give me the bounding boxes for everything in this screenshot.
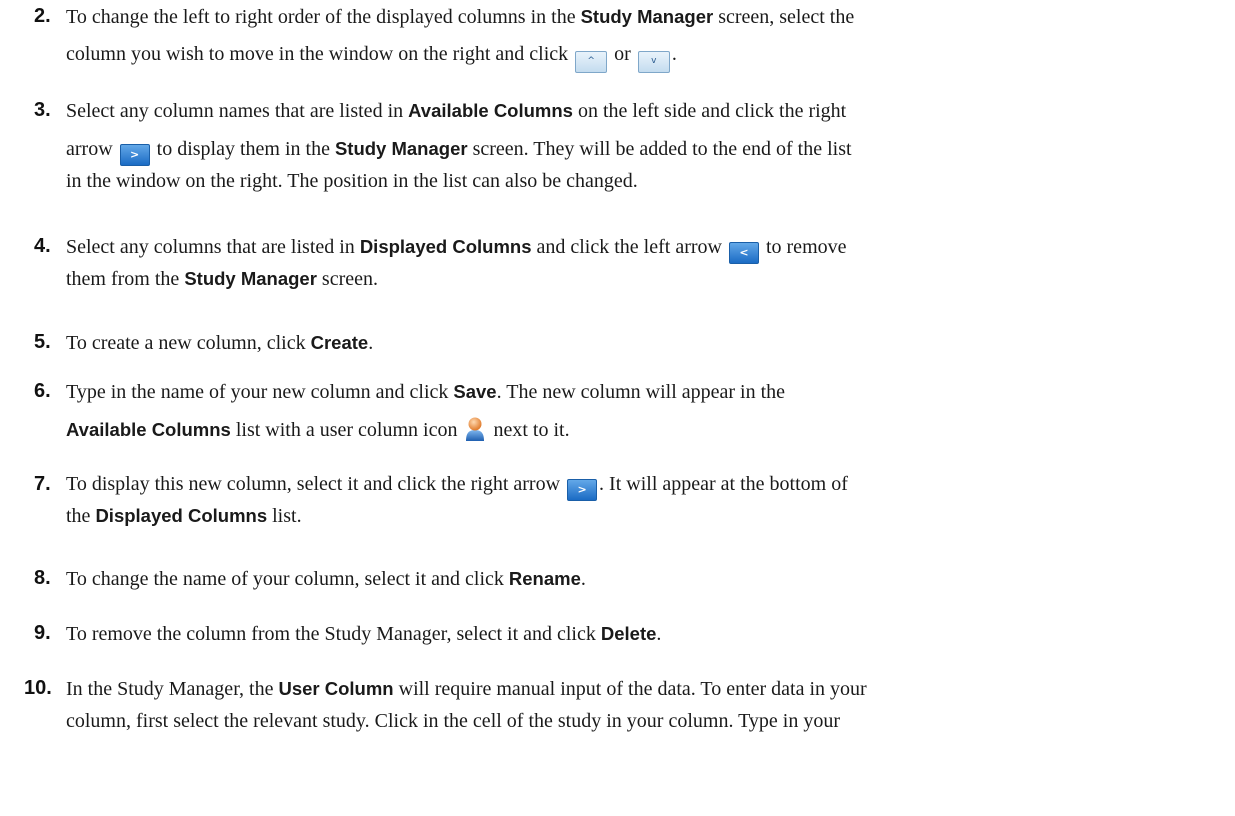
text-line: Available Columns list with a user colum… (66, 411, 1216, 449)
text-line: them from the Study Manager screen. (66, 268, 378, 290)
step-text: To create a new column, click Create. (66, 324, 1216, 362)
text-line: In the Study Manager, the User Column wi… (66, 678, 867, 700)
step-number: 8. (34, 567, 51, 589)
step-text: Select any column names that are listed … (66, 92, 1216, 194)
text-line: column, first select the relevant study.… (66, 710, 840, 732)
text-line: To change the left to right order of the… (66, 6, 855, 28)
bold-term: Rename (508, 568, 581, 589)
right-arrow-button-icon: > (567, 479, 598, 501)
text-line: column you wish to move in the window on… (66, 36, 1216, 73)
step-number: 6. (34, 380, 51, 402)
step-number: 10. (24, 677, 52, 699)
step-text: To remove the column from the Study Mana… (66, 615, 1216, 653)
bold-term: Study Manager (184, 268, 317, 289)
step-number: 9. (34, 622, 51, 644)
step-text: To display this new column, select it an… (66, 466, 1216, 529)
text-line: arrow > to display them in the Study Man… (66, 130, 1216, 168)
bold-term: User Column (278, 678, 394, 699)
step-text: To change the name of your column, selec… (66, 560, 1216, 598)
instruction-page: 2. To change the left to right order of … (0, 0, 1235, 816)
step-text: Type in the name of your new column and … (66, 373, 1216, 449)
right-arrow-button-icon: > (119, 144, 150, 166)
step-number: 3. (34, 99, 51, 121)
left-arrow-button-icon: < (728, 242, 759, 264)
bold-term: Create (310, 332, 369, 353)
bold-term: Study Manager (334, 138, 468, 159)
step-text: To change the left to right order of the… (66, 0, 1216, 73)
user-column-icon (466, 417, 485, 441)
step-number: 4. (34, 235, 51, 257)
text-line: To display this new column, select it an… (66, 466, 1216, 503)
step-text: In the Study Manager, the User Column wi… (66, 670, 1216, 734)
step-number: 7. (34, 473, 51, 495)
text-line: Select any columns that are listed in Di… (66, 228, 1216, 266)
bold-term: Save (453, 381, 497, 402)
step-text: Select any columns that are listed in Di… (66, 228, 1216, 292)
bold-term: Displayed Columns (95, 505, 268, 526)
text-line: To create a new column, click Create. (66, 332, 374, 354)
text-line: Select any column names that are listed … (66, 100, 847, 122)
bold-term: Delete (600, 623, 657, 644)
step-number: 2. (34, 5, 51, 27)
bold-term: Displayed Columns (359, 236, 532, 257)
bold-term: Available Columns (408, 100, 573, 121)
step-number: 5. (34, 331, 51, 353)
bold-term: Study Manager (580, 6, 714, 27)
text-line: in the window on the right. The position… (66, 170, 638, 192)
up-arrow-button-icon: ^ (575, 51, 608, 73)
text-line: To change the name of your column, selec… (66, 568, 586, 590)
text-line: To remove the column from the Study Mana… (66, 623, 662, 645)
bold-term: Available Columns (66, 419, 231, 440)
text-line: Type in the name of your new column and … (66, 381, 786, 403)
text-line: the Displayed Columns list. (66, 505, 302, 527)
down-arrow-button-icon: v (637, 51, 670, 73)
